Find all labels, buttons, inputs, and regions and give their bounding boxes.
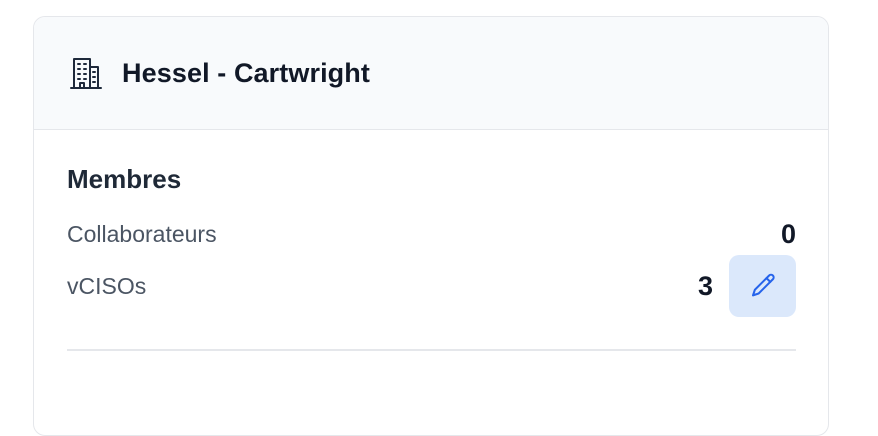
members-heading: Membres (67, 164, 182, 194)
organization-card: Hessel - Cartwright Membres Collaborateu… (33, 16, 829, 436)
company-name: Hessel - Cartwright (122, 57, 370, 88)
building-icon (68, 55, 104, 91)
collaborators-row: Collaborateurs 0 (67, 219, 796, 249)
vcisos-row: vCISOs 3 (67, 255, 796, 317)
vcisos-label: vCISOs (67, 272, 147, 299)
pencil-icon (748, 271, 778, 301)
card-header: Hessel - Cartwright (34, 17, 828, 130)
vcisos-value-group: 3 (698, 255, 796, 317)
section-divider (67, 349, 796, 351)
vcisos-count: 3 (697, 270, 713, 301)
card-body: Membres Collaborateurs 0 vCISOs 3 (34, 130, 828, 351)
collaborators-count: 0 (780, 218, 796, 249)
edit-vcisos-button[interactable] (729, 255, 796, 317)
collaborators-label: Collaborateurs (67, 220, 217, 247)
